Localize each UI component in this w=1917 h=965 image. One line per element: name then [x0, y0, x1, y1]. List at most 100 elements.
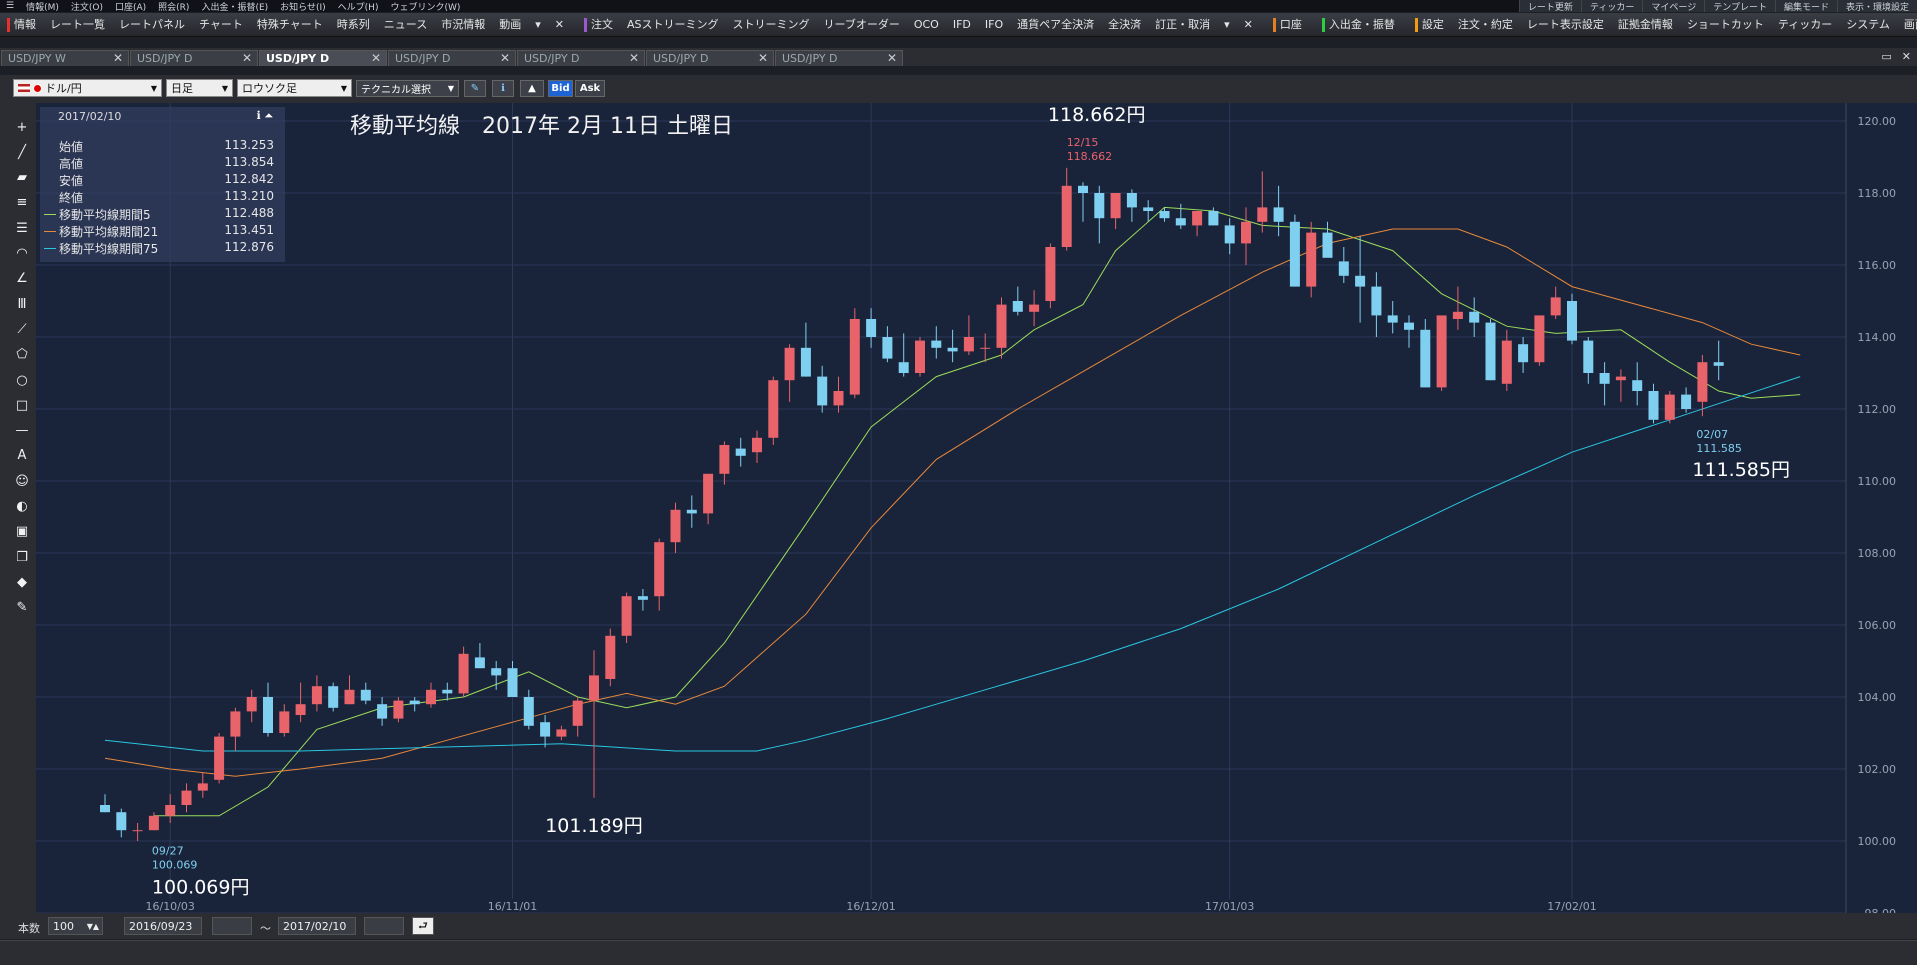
chart-tab[interactable]: USD/JPY D ✕ [130, 50, 258, 66]
toolbar-button[interactable]: ✕ [548, 15, 571, 35]
close-icon[interactable]: ✕ [1902, 50, 1911, 63]
drawing-tool-icon[interactable]: ❐ [12, 547, 32, 567]
toolbar-button[interactable]: レートパネル [112, 15, 192, 35]
drawing-tool-icon[interactable]: ⬠ [12, 345, 32, 365]
toolbar-button[interactable]: ✕ [1237, 15, 1260, 35]
toolbar-button[interactable]: 市況情報 [434, 15, 492, 35]
toolbar-button[interactable]: ティッカー [1771, 15, 1839, 35]
toolbar-button[interactable]: システム [1839, 15, 1897, 35]
menu-item[interactable]: お知らせ(I) [274, 0, 332, 13]
close-tab-icon[interactable]: ✕ [242, 51, 252, 65]
menu-right-item[interactable]: 編集モード [1774, 0, 1837, 12]
toolbar-button[interactable]: 設定 [1408, 15, 1451, 35]
start-date-field[interactable]: 2016/09/23 [124, 917, 202, 935]
close-tab-icon[interactable]: ✕ [887, 51, 897, 65]
toolbar-button[interactable]: ニュース [377, 15, 434, 35]
drawing-tool-icon[interactable]: □ [12, 395, 32, 415]
toolbar-button[interactable]: 注文 [577, 15, 620, 35]
end-date-field[interactable]: 2017/02/10 [278, 917, 356, 935]
count-stepper[interactable]: 100 ▼▲ [48, 917, 103, 935]
close-tab-icon[interactable]: ✕ [371, 51, 381, 65]
toolbar-button[interactable]: 通貨ペア全決済 [1010, 15, 1101, 35]
chart-tab[interactable]: USD/JPY D ✕ [517, 50, 645, 66]
timeframe-select[interactable]: 日足 ▼ [166, 79, 233, 97]
toolbar-button[interactable]: 時系列 [330, 15, 377, 35]
currency-select[interactable]: ドル/円 ▼ [13, 79, 162, 97]
ask-button[interactable]: Ask [575, 80, 605, 97]
toolbar-button[interactable]: 注文・約定 [1451, 15, 1520, 35]
drawing-tool-icon[interactable]: — [12, 421, 32, 441]
toolbar-button[interactable]: 画面設定 [1897, 15, 1917, 35]
toolbar-button[interactable]: IFD [946, 15, 978, 35]
toolbar-button[interactable]: ▾ [1217, 15, 1237, 35]
end-time-field[interactable] [364, 917, 404, 935]
toolbar-button[interactable]: 情報 [0, 15, 43, 35]
bid-button[interactable]: Bid [548, 80, 573, 97]
chart-tab[interactable]: USD/JPY D ✕ [775, 50, 903, 66]
drawing-tool-icon[interactable]: + [12, 117, 32, 137]
chart-tab[interactable]: USD/JPY D ✕ [646, 50, 774, 66]
menu-right-item[interactable]: レート更新 [1518, 0, 1581, 12]
pen-icon[interactable]: ✎ [464, 80, 486, 97]
chart-tab[interactable]: USD/JPY D ✕ [259, 50, 387, 66]
toolbar-button[interactable]: チャート [192, 15, 250, 35]
maximize-icon[interactable]: ▭ [1881, 50, 1891, 63]
chart-tab[interactable]: USD/JPY D ✕ [388, 50, 516, 66]
menu-item[interactable]: 照会(R) [152, 0, 195, 13]
menu-item[interactable]: ウェブリンク(W) [384, 0, 466, 13]
menu-item[interactable]: 口座(A) [109, 0, 152, 13]
area-chart-icon[interactable]: ▲ [520, 80, 544, 97]
toolbar-button[interactable]: 全決済 [1101, 15, 1148, 35]
drawing-tool-icon[interactable]: ╱ [12, 142, 32, 162]
toolbar-button[interactable]: 動画 [492, 15, 528, 35]
toolbar-button[interactable]: IFO [978, 15, 1010, 35]
close-tab-icon[interactable]: ✕ [629, 51, 639, 65]
toolbar-button[interactable]: 証拠金情報 [1611, 15, 1680, 35]
info-icon[interactable]: ℹ [492, 80, 514, 97]
drawing-tool-icon[interactable]: Ⅲ [12, 294, 32, 314]
start-time-field[interactable] [212, 917, 252, 935]
toolbar-button[interactable]: レート一覧 [43, 15, 112, 35]
chart-tab[interactable]: USD/JPY W ✕ [1, 50, 129, 66]
drawing-tool-icon[interactable]: ⟋ [12, 319, 32, 339]
toolbar-button[interactable]: 入出金・振替 [1315, 15, 1402, 35]
toolbar-button[interactable]: 訂正・取消 [1148, 15, 1217, 35]
toolbar-button[interactable]: ▾ [528, 15, 548, 35]
menu-item[interactable]: ヘルプ(H) [332, 0, 385, 13]
close-tab-icon[interactable]: ✕ [113, 51, 123, 65]
toolbar-button[interactable]: OCO [907, 15, 946, 35]
technical-select[interactable]: テクニカル選択 ▼ [356, 80, 459, 97]
toolbar-button[interactable]: ストリーミング [726, 15, 817, 35]
toolbar-button[interactable]: 口座 [1266, 15, 1309, 35]
info-toggle-icon[interactable]: ℹ ⏶ [257, 109, 273, 123]
close-tab-icon[interactable]: ✕ [758, 51, 768, 65]
toolbar-button[interactable]: ASストリーミング [620, 15, 726, 35]
drawing-tool-icon[interactable]: ≡ [12, 193, 32, 213]
drawing-tool-icon[interactable]: ✎ [12, 598, 32, 618]
menu-right-item[interactable]: テンプレート [1704, 0, 1775, 12]
drawing-tool-icon[interactable]: ☰ [12, 218, 32, 238]
drawing-tool-icon[interactable]: ▣ [12, 522, 32, 542]
menu-item[interactable]: 注文(O) [65, 0, 109, 13]
app-menu-icon[interactable]: ☰ [0, 1, 20, 11]
drawing-tool-icon[interactable]: ○ [12, 370, 32, 390]
toolbar-button[interactable]: ショートカット [1680, 15, 1771, 35]
drawing-tool-icon[interactable]: A [12, 446, 32, 466]
close-tab-icon[interactable]: ✕ [500, 51, 510, 65]
drawing-tool-icon[interactable]: ☺ [12, 471, 32, 491]
drawing-tool-icon[interactable]: ◠ [12, 244, 32, 264]
toolbar-button[interactable]: 特殊チャート [250, 15, 330, 35]
menu-right-item[interactable]: マイページ [1642, 0, 1705, 12]
menu-item[interactable]: 情報(M) [20, 0, 65, 13]
chart-type-select[interactable]: ロウソク足 ▼ [237, 79, 352, 97]
drawing-tool-icon[interactable]: ◆ [12, 572, 32, 592]
toolbar-button[interactable]: レート表示設定 [1520, 15, 1611, 35]
price-chart[interactable]: 98.00100.00102.00104.00106.00108.00110.0… [36, 103, 1917, 913]
toolbar-button[interactable]: リーブオーダー [817, 15, 907, 35]
menu-right-item[interactable]: ティッカー [1580, 0, 1643, 12]
drawing-tool-icon[interactable]: ◐ [12, 497, 32, 517]
menu-right-item[interactable]: 表示・環境設定 [1836, 0, 1917, 12]
drawing-tool-icon[interactable]: ▰ [12, 168, 32, 188]
menu-item[interactable]: 入出金・振替(E) [195, 0, 274, 13]
apply-button[interactable]: ⮐ [412, 917, 434, 935]
